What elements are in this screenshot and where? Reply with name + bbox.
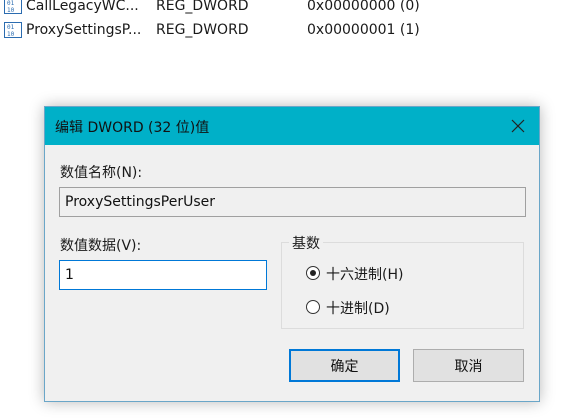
- svg-text:10: 10: [7, 7, 15, 14]
- registry-value-type: REG_DWORD: [156, 0, 249, 14]
- registry-list-row[interactable]: 01 10 ProxySettingsP... REG_DWORD 0x0000…: [0, 20, 578, 42]
- registry-value-data: 0x00000000 (0): [307, 0, 420, 14]
- edit-dword-dialog: 编辑 DWORD (32 位)值 数值名称(N): 数值数据(V): 基数 十六…: [44, 106, 540, 402]
- registry-value-name: CallLegacyWC...: [26, 0, 139, 14]
- ok-button[interactable]: 确定: [289, 349, 400, 382]
- value-data-label: 数值数据(V):: [60, 238, 142, 254]
- dialog-titlebar[interactable]: 编辑 DWORD (32 位)值: [45, 107, 539, 145]
- registry-value-data: 0x00000001 (1): [307, 22, 420, 38]
- value-data-input[interactable]: [59, 260, 267, 290]
- radio-selected-icon: [306, 266, 320, 280]
- close-button[interactable]: [497, 107, 539, 145]
- cancel-button[interactable]: 取消: [413, 349, 524, 382]
- value-name-field[interactable]: [59, 187, 526, 217]
- binary-registry-value-icon: 01 10: [4, 0, 22, 14]
- registry-value-name: ProxySettingsP...: [26, 22, 142, 38]
- svg-text:01: 01: [7, 0, 15, 7]
- dialog-title: 编辑 DWORD (32 位)值: [55, 120, 210, 136]
- base-group-title: 基数: [289, 233, 323, 253]
- binary-registry-value-icon: 01 10: [4, 22, 22, 38]
- value-name-label: 数值名称(N):: [60, 165, 143, 181]
- svg-text:10: 10: [7, 31, 15, 38]
- base-groupbox: [281, 242, 524, 329]
- svg-text:01: 01: [7, 24, 15, 31]
- radio-unselected-icon: [306, 300, 320, 314]
- close-icon: [511, 119, 525, 133]
- radio-hexadecimal-label: 十六进制(H): [326, 267, 404, 283]
- registry-list-row[interactable]: 01 10 CallLegacyWC... REG_DWORD 0x000000…: [0, 0, 578, 18]
- registry-value-type: REG_DWORD: [156, 22, 249, 38]
- radio-decimal-label: 十进制(D): [326, 301, 390, 317]
